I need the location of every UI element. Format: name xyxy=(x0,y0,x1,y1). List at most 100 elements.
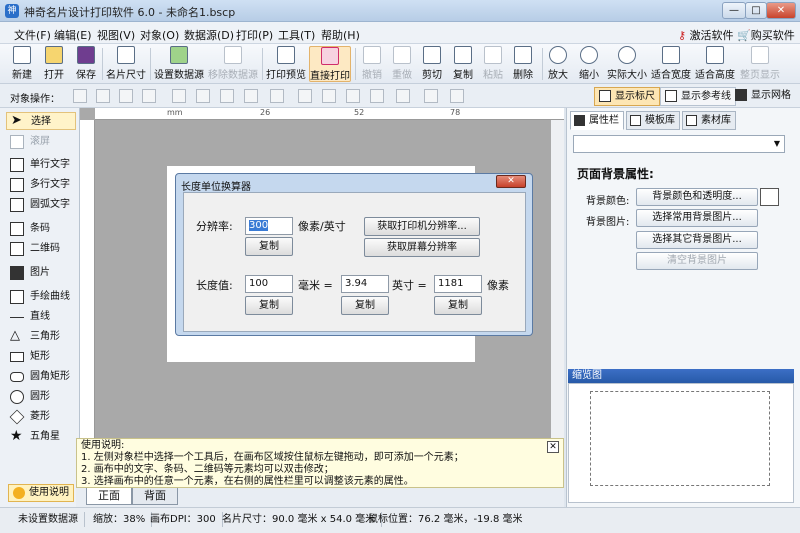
resolution-input[interactable]: 300 xyxy=(245,217,293,235)
tool-multi-line-text[interactable]: 多行文字 xyxy=(6,176,76,194)
ungroup-icon[interactable] xyxy=(450,89,464,103)
fit-height-button[interactable]: 适合高度 xyxy=(695,46,735,82)
same-width-icon[interactable] xyxy=(244,89,258,103)
card-size-button[interactable]: 名片尺寸 xyxy=(105,46,147,82)
tool-scroll[interactable]: 滚屏 xyxy=(6,133,76,151)
tab-properties[interactable]: 属性栏 xyxy=(570,111,624,130)
tool-image[interactable]: 图片 xyxy=(6,264,76,282)
tab-templates[interactable]: 模板库 xyxy=(626,111,680,130)
tool-arc-text[interactable]: 圆弧文字 xyxy=(6,196,76,214)
align-bottom-icon[interactable] xyxy=(346,89,360,103)
send-back-icon[interactable] xyxy=(142,89,156,103)
help-line-2: 2. 画布中的文字、条码、二维码等元素均可以双击修改； xyxy=(81,464,334,475)
tab-back[interactable]: 背面 xyxy=(132,488,178,505)
close-help-button[interactable]: ✕ xyxy=(547,441,559,453)
actual-size-button[interactable]: 实际大小 xyxy=(606,46,648,82)
show-ruler-toggle[interactable]: 显示标尺 xyxy=(594,87,660,106)
full-page-button[interactable]: 整页显示 xyxy=(740,46,780,82)
menu-print[interactable]: 打印(P) xyxy=(236,27,273,43)
remove-datasource-button[interactable]: 移除数据源 xyxy=(207,46,259,82)
tool-diamond[interactable]: 菱形 xyxy=(6,408,76,426)
maximize-button[interactable]: □ xyxy=(745,2,767,19)
get-screen-resolution-button[interactable]: 获取屏幕分辨率 xyxy=(364,238,480,257)
align-top-icon[interactable] xyxy=(298,89,312,103)
cut-button[interactable]: 剪切 xyxy=(420,46,444,82)
buy-link[interactable]: 🛒购买软件 xyxy=(737,27,795,43)
common-bg-image-button[interactable]: 选择常用背景图片... xyxy=(636,209,758,227)
tool-barcode[interactable]: 条码 xyxy=(6,220,76,238)
inch-input[interactable]: 3.94 xyxy=(341,275,389,293)
activate-link[interactable]: ⚷ 激活软件 xyxy=(678,27,734,43)
tool-circle[interactable]: 圆形 xyxy=(6,388,76,406)
other-bg-image-button[interactable]: 选择其它背景图片... xyxy=(636,231,758,249)
bg-color-label: 背景颜色: xyxy=(586,196,630,207)
minimize-button[interactable]: — xyxy=(722,2,746,19)
direct-print-button[interactable]: 直接打印 xyxy=(309,46,351,82)
multi-line-text-icon xyxy=(10,178,24,192)
bg-color-swatch[interactable] xyxy=(760,188,779,206)
canvas-scrollbar[interactable] xyxy=(551,120,564,438)
fit-width-button[interactable]: 适合宽度 xyxy=(651,46,691,82)
redo-button[interactable]: 重做 xyxy=(390,46,414,82)
send-backward-icon[interactable] xyxy=(119,89,133,103)
tool-select[interactable]: ➤ 选择 xyxy=(6,112,76,130)
tool-triangle[interactable]: △ 三角形 xyxy=(6,328,76,346)
paste-button[interactable]: 粘贴 xyxy=(481,46,505,82)
tool-qrcode[interactable]: 二维码 xyxy=(6,240,76,258)
zoom-out-button[interactable]: 缩小 xyxy=(577,46,601,82)
menu-object[interactable]: 对象(O) xyxy=(140,27,179,43)
delete-button[interactable]: 删除 xyxy=(511,46,535,82)
undo-button[interactable]: 撤销 xyxy=(360,46,384,82)
length-label: 长度值: xyxy=(196,279,233,292)
menu-file[interactable]: 文件(F) xyxy=(14,27,51,43)
open-button[interactable]: 打开 xyxy=(40,46,68,82)
copy-button[interactable]: 复制 xyxy=(451,46,475,82)
tab-front[interactable]: 正面 xyxy=(86,488,132,505)
bring-front-icon[interactable] xyxy=(73,89,87,103)
usage-help-button[interactable]: 使用说明 xyxy=(8,484,74,502)
get-printer-resolution-button[interactable]: 获取打印机分辨率... xyxy=(364,217,480,236)
copy-inch-button[interactable]: 复制 xyxy=(341,296,389,315)
mm-input[interactable]: 100 xyxy=(245,275,293,293)
print-preview-button[interactable]: 打印预览 xyxy=(265,46,307,82)
clear-bg-image-button[interactable]: 清空背景图片 xyxy=(636,252,758,270)
close-window-button[interactable]: ✕ xyxy=(766,2,796,19)
object-selector-dropdown[interactable]: ▼ xyxy=(573,135,785,153)
set-datasource-button[interactable]: 设置数据源 xyxy=(153,46,205,82)
pixel-input[interactable]: 1181 xyxy=(434,275,482,293)
bg-color-button[interactable]: 背景颜色和透明度... xyxy=(636,188,758,206)
show-guides-toggle[interactable]: 显示参考线 xyxy=(660,87,736,106)
align-middle-icon[interactable] xyxy=(322,89,336,103)
menu-tools[interactable]: 工具(T) xyxy=(278,27,315,43)
new-button[interactable]: 新建 xyxy=(8,46,36,82)
tool-rounded-rectangle[interactable]: 圆角矩形 xyxy=(6,368,76,386)
help-title: 使用说明: xyxy=(81,440,125,451)
align-center-icon[interactable] xyxy=(196,89,210,103)
align-left-icon[interactable] xyxy=(172,89,186,103)
copy-mm-button[interactable]: 复制 xyxy=(245,296,293,315)
dialog-close-button[interactable]: ✕ xyxy=(496,175,526,188)
menu-view[interactable]: 视图(V) xyxy=(97,27,135,43)
tool-freehand[interactable]: 手绘曲线 xyxy=(6,288,76,306)
tool-line[interactable]: 直线 xyxy=(6,308,76,326)
barcode-icon xyxy=(10,222,24,236)
copy-resolution-button[interactable]: 复制 xyxy=(245,237,293,256)
bring-forward-icon[interactable] xyxy=(96,89,110,103)
show-grid-toggle[interactable]: 显示网格 xyxy=(731,87,795,106)
copy-pixel-button[interactable]: 复制 xyxy=(434,296,482,315)
tool-rectangle[interactable]: 矩形 xyxy=(6,348,76,366)
align-right-icon[interactable] xyxy=(220,89,234,103)
group-icon[interactable] xyxy=(424,89,438,103)
menu-help[interactable]: 帮助(H) xyxy=(321,27,360,43)
tab-materials[interactable]: 素材库 xyxy=(682,111,736,130)
menu-edit[interactable]: 编辑(E) xyxy=(54,27,92,43)
distribute-h-icon[interactable] xyxy=(270,89,284,103)
distribute-v-icon[interactable] xyxy=(396,89,410,103)
save-button[interactable]: 保存 xyxy=(72,46,100,82)
menu-datasource[interactable]: 数据源(D) xyxy=(184,27,234,43)
tool-single-line-text[interactable]: 单行文字 xyxy=(6,156,76,174)
single-line-text-icon xyxy=(10,158,24,172)
tool-star[interactable]: ★ 五角星 xyxy=(6,428,76,446)
zoom-in-button[interactable]: 放大 xyxy=(546,46,570,82)
same-height-icon[interactable] xyxy=(370,89,384,103)
